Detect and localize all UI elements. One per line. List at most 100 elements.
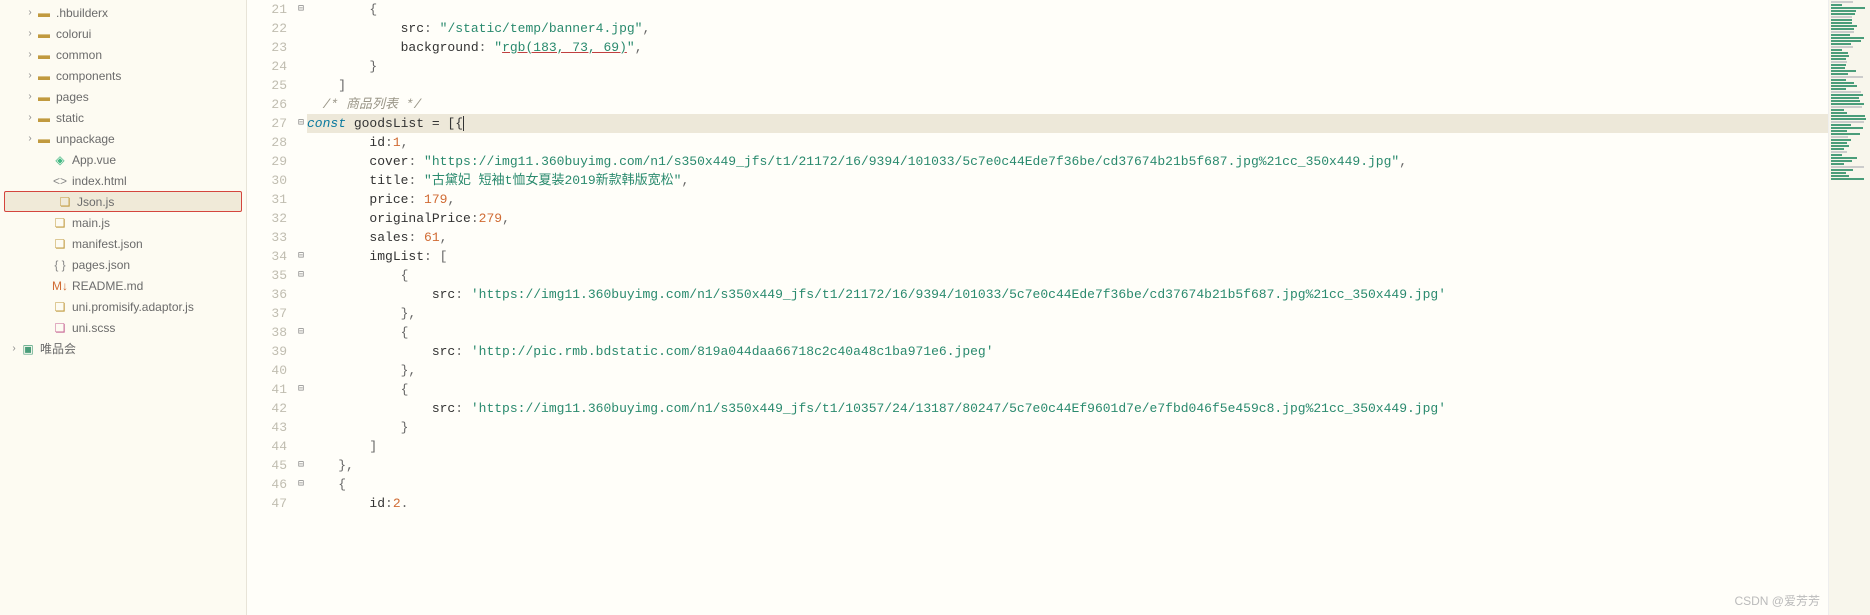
project-icon: ▣	[20, 342, 36, 356]
tree-item-App-vue[interactable]: ◈App.vue	[0, 149, 246, 170]
code-line[interactable]: {	[307, 380, 1828, 399]
fold-marker[interactable]: ⊟	[295, 114, 307, 133]
code-line[interactable]: sales: 61,	[307, 228, 1828, 247]
tree-item-common[interactable]: ›▬ common	[0, 44, 246, 65]
fold-marker	[295, 76, 307, 95]
tree-item-label: 唯品会	[40, 340, 76, 357]
code-line[interactable]: },	[307, 304, 1828, 323]
file-explorer[interactable]: ›▬.hbuilderx›▬colorui›▬common›▬component…	[0, 0, 247, 615]
code-line[interactable]: background: "rgb(183, 73, 69)",	[307, 38, 1828, 57]
fold-marker	[295, 361, 307, 380]
tree-item-label: unpackage	[56, 132, 115, 146]
chevron-right-icon[interactable]: ›	[24, 91, 36, 102]
code-line[interactable]: ]	[307, 437, 1828, 456]
fold-marker[interactable]: ⊟	[295, 0, 307, 19]
code-line[interactable]: src: 'https://img11.360buyimg.com/n1/s35…	[307, 399, 1828, 418]
fold-marker	[295, 171, 307, 190]
tree-item-label: App.vue	[72, 153, 116, 167]
tree-item-components[interactable]: ›▬components	[0, 65, 246, 86]
tree-item-README-md[interactable]: M↓README.md	[0, 275, 246, 296]
tree-item-uni-scss[interactable]: ❏uni.scss	[0, 317, 246, 338]
tree-item-pages-json[interactable]: { }pages.json	[0, 254, 246, 275]
tree-item-label: manifest.json	[72, 237, 143, 251]
line-number: 23	[247, 38, 287, 57]
line-number: 42	[247, 399, 287, 418]
code-line[interactable]: id:1,	[307, 133, 1828, 152]
code-line[interactable]: /* 商品列表 */	[307, 95, 1828, 114]
code-line[interactable]: }	[307, 57, 1828, 76]
tree-item-main-js[interactable]: ❏main.js	[0, 212, 246, 233]
fold-marker[interactable]: ⊟	[295, 380, 307, 399]
chevron-right-icon[interactable]: ›	[24, 49, 36, 60]
tree-item-label: common	[56, 48, 102, 62]
code-line[interactable]: {	[307, 323, 1828, 342]
chevron-right-icon[interactable]: ›	[24, 70, 36, 81]
code-line[interactable]: {	[307, 266, 1828, 285]
tree-item-static[interactable]: ›▬static	[0, 107, 246, 128]
line-number: 34	[247, 247, 287, 266]
tree-item-uni-promisify-adaptor-js[interactable]: ❏ uni.promisify.adaptor.js	[0, 296, 246, 317]
tree-item-unpackage[interactable]: ›▬ unpackage	[0, 128, 246, 149]
js-icon: ❏	[57, 195, 73, 209]
folder-icon: ▬	[36, 111, 52, 125]
fold-marker[interactable]: ⊟	[295, 475, 307, 494]
fold-marker[interactable]: ⊟	[295, 266, 307, 285]
tree-item-manifest-json[interactable]: ❏manifest.json	[0, 233, 246, 254]
fold-column[interactable]: ⊟⊟⊟⊟⊟⊟⊟⊟	[295, 0, 307, 615]
code-content[interactable]: { src: "/static/temp/banner4.jpg", backg…	[307, 0, 1828, 615]
watermark: CSDN @爱芳芳	[1734, 592, 1820, 609]
tree-item-Json-js[interactable]: ❏Json.js	[4, 191, 242, 212]
code-editor[interactable]: 2122232425262728293031323334353637383940…	[247, 0, 1870, 615]
code-line[interactable]: {	[307, 475, 1828, 494]
chevron-right-icon[interactable]: ›	[8, 343, 20, 354]
chevron-right-icon[interactable]: ›	[24, 112, 36, 123]
code-line[interactable]: },	[307, 361, 1828, 380]
line-number-gutter: 2122232425262728293031323334353637383940…	[247, 0, 295, 615]
code-line[interactable]: originalPrice:279,	[307, 209, 1828, 228]
folder-icon: ▬	[36, 48, 52, 62]
tree-item--hbuilderx[interactable]: ›▬.hbuilderx	[0, 2, 246, 23]
scss-icon: ❏	[52, 321, 68, 335]
tree-item-label: pages	[56, 90, 89, 104]
fold-marker	[295, 57, 307, 76]
chevron-right-icon[interactable]: ›	[24, 7, 36, 18]
code-line[interactable]: imgList: [	[307, 247, 1828, 266]
code-line[interactable]: },	[307, 456, 1828, 475]
fold-marker[interactable]: ⊟	[295, 456, 307, 475]
line-number: 46	[247, 475, 287, 494]
code-line[interactable]: src: 'http://pic.rmb.bdstatic.com/819a04…	[307, 342, 1828, 361]
fold-marker	[295, 228, 307, 247]
line-number: 40	[247, 361, 287, 380]
tree-item-label: colorui	[56, 27, 91, 41]
code-line[interactable]: id:2.	[307, 494, 1828, 513]
js-icon: ❏	[52, 300, 68, 314]
tree-item-pages[interactable]: ›▬ pages	[0, 86, 246, 107]
line-number: 38	[247, 323, 287, 342]
code-line[interactable]: price: 179,	[307, 190, 1828, 209]
tree-item-label: .hbuilderx	[56, 6, 108, 20]
code-line[interactable]: src: 'https://img11.360buyimg.com/n1/s35…	[307, 285, 1828, 304]
json-icon: { }	[52, 258, 68, 272]
folder-icon: ▬	[36, 132, 52, 146]
fold-marker	[295, 418, 307, 437]
code-line[interactable]: {	[307, 0, 1828, 19]
chevron-right-icon[interactable]: ›	[24, 28, 36, 39]
tree-item-colorui[interactable]: ›▬colorui	[0, 23, 246, 44]
folder-icon: ▬	[36, 90, 52, 104]
fold-marker[interactable]: ⊟	[295, 247, 307, 266]
code-line[interactable]: ]	[307, 76, 1828, 95]
code-line[interactable]: src: "/static/temp/banner4.jpg",	[307, 19, 1828, 38]
tree-item-index-html[interactable]: <>index.html	[0, 170, 246, 191]
code-line[interactable]: cover: "https://img11.360buyimg.com/n1/s…	[307, 152, 1828, 171]
html-icon: <>	[52, 174, 68, 188]
line-number: 31	[247, 190, 287, 209]
code-line[interactable]: const goodsList = [{	[307, 114, 1828, 133]
tree-item-label: uni.promisify.adaptor.js	[72, 300, 194, 314]
tree-item-label: README.md	[72, 279, 143, 293]
code-line[interactable]: title: "古黛妃 短袖t恤女夏装2019新款韩版宽松",	[307, 171, 1828, 190]
minimap[interactable]	[1828, 0, 1870, 615]
fold-marker[interactable]: ⊟	[295, 323, 307, 342]
chevron-right-icon[interactable]: ›	[24, 133, 36, 144]
code-line[interactable]: }	[307, 418, 1828, 437]
tree-item-唯品会[interactable]: ›▣ 唯品会	[0, 338, 246, 359]
